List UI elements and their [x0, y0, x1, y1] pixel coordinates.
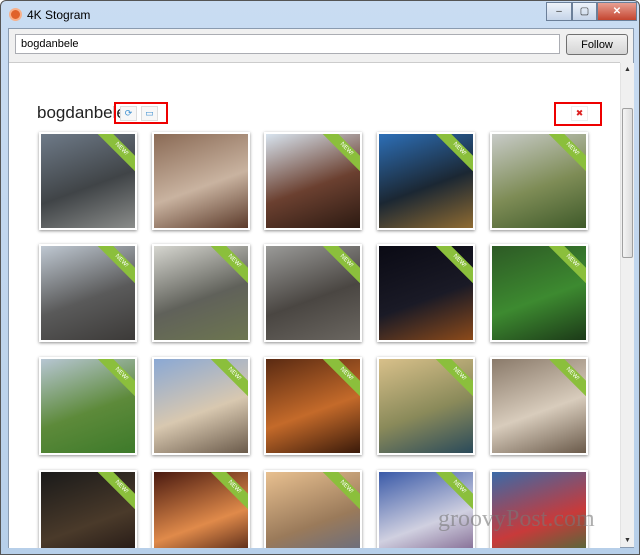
new-badge: NEW!	[208, 246, 248, 287]
watermark: groovyPost.com	[438, 506, 595, 532]
photo-thumbnail[interactable]: NEW!	[152, 244, 250, 342]
photo-thumbnail[interactable]: NEW!	[264, 132, 362, 230]
photo-thumbnail[interactable]: NEW!	[490, 244, 588, 342]
photo-thumbnail[interactable]	[152, 132, 250, 230]
refresh-icon[interactable]: ⟳	[120, 106, 137, 121]
new-badge: NEW!	[95, 134, 135, 175]
photo-thumbnail[interactable]: NEW!	[377, 132, 475, 230]
scroll-down-icon[interactable]: ▼	[621, 537, 634, 544]
photo-thumbnail[interactable]: NEW!	[39, 244, 137, 342]
app-logo-icon	[9, 8, 22, 21]
new-badge: NEW!	[320, 472, 360, 513]
profile-username: bogdanbele	[37, 103, 126, 122]
new-badge: NEW!	[320, 246, 360, 287]
new-badge: NEW!	[320, 134, 360, 175]
new-badge: NEW!	[546, 134, 586, 175]
vertical-scrollbar[interactable]: ▲ ▼	[620, 63, 634, 547]
main-panel: bogdanbele Follow bogdanbele ⟳ ▭ ✖ NEW! N…	[8, 28, 634, 548]
app-window: 4K Stogram – ▢ ✕ bogdanbele Follow bogda…	[0, 0, 640, 555]
new-badge: NEW!	[95, 246, 135, 287]
photo-thumbnail[interactable]: NEW!	[152, 470, 250, 548]
new-badge: NEW!	[433, 359, 473, 400]
new-badge: NEW!	[433, 246, 473, 287]
minimize-button[interactable]: –	[546, 2, 572, 21]
photo-thumbnail[interactable]: NEW!	[264, 357, 362, 455]
photo-thumbnail[interactable]: NEW!	[39, 132, 137, 230]
search-input[interactable]: bogdanbele	[15, 34, 560, 54]
photo-thumbnail[interactable]: NEW!	[264, 470, 362, 548]
new-badge: NEW!	[320, 359, 360, 400]
photo-feed: bogdanbele ⟳ ▭ ✖ NEW! NEW! NEW! NEW! NEW! NEW…	[9, 62, 620, 548]
new-badge: NEW!	[95, 472, 135, 513]
folder-icon[interactable]: ▭	[141, 106, 158, 121]
photo-thumbnail[interactable]: NEW!	[490, 357, 588, 455]
close-button[interactable]: ✕	[597, 2, 637, 21]
new-badge: NEW!	[546, 359, 586, 400]
follow-button[interactable]: Follow	[566, 34, 628, 55]
photo-thumbnail[interactable]: NEW!	[264, 244, 362, 342]
photo-thumbnail[interactable]: NEW!	[377, 244, 475, 342]
photo-thumbnail[interactable]: NEW!	[152, 357, 250, 455]
new-badge: NEW!	[95, 359, 135, 400]
photo-thumbnail[interactable]: NEW!	[490, 132, 588, 230]
new-badge: NEW!	[433, 134, 473, 175]
new-badge: NEW!	[208, 472, 248, 513]
window-title: 4K Stogram	[27, 8, 91, 22]
scroll-up-icon[interactable]: ▲	[621, 66, 634, 73]
photo-thumbnail[interactable]: NEW!	[377, 357, 475, 455]
photo-thumbnail[interactable]: NEW!	[39, 357, 137, 455]
new-badge: NEW!	[208, 359, 248, 400]
scrollbar-thumb[interactable]	[622, 108, 633, 258]
photo-thumbnail[interactable]: NEW!	[39, 470, 137, 548]
maximize-button[interactable]: ▢	[572, 2, 597, 21]
remove-user-button[interactable]: ✖	[571, 106, 588, 121]
new-badge: NEW!	[546, 246, 586, 287]
